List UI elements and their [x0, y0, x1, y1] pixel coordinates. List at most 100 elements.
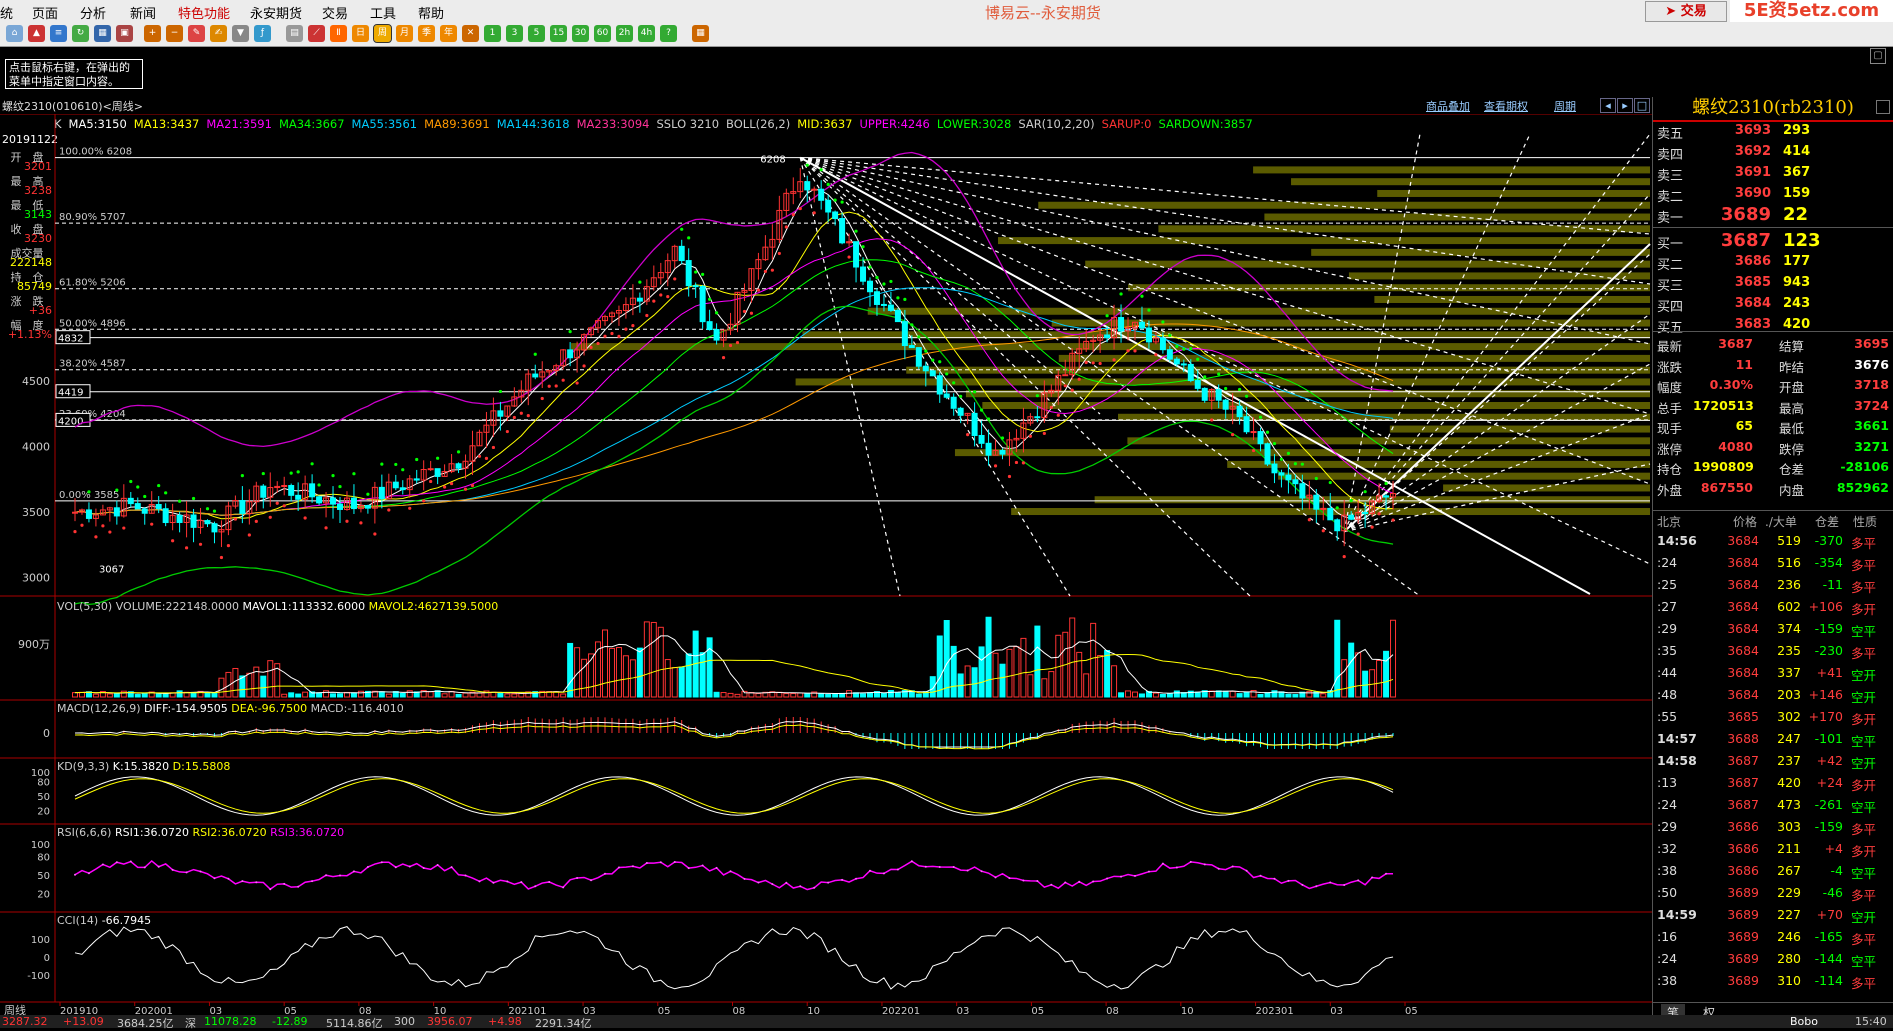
- ma-line-21: [74, 238, 1394, 516]
- volume-bar: [476, 692, 483, 698]
- menu-help[interactable]: 帮助: [418, 3, 444, 22]
- line-chart-icon[interactable]: ⟋: [308, 25, 325, 42]
- quote-value: 1990809: [1693, 459, 1754, 474]
- draw-icon[interactable]: ✍: [210, 25, 227, 42]
- tick-volume: 203: [1777, 687, 1801, 702]
- min1-icon[interactable]: 1: [484, 25, 501, 42]
- bid-row-5[interactable]: 买一 3687 123: [1653, 230, 1893, 253]
- market-icon[interactable]: ▲: [28, 25, 45, 42]
- min15-icon[interactable]: 15: [550, 25, 567, 42]
- ask-row-3[interactable]: 卖二 3690 159: [1653, 186, 1893, 206]
- sar-dot: [610, 331, 614, 336]
- sar-dot: [1000, 436, 1005, 440]
- year-icon[interactable]: 年: [440, 25, 457, 42]
- filter-icon[interactable]: ▼: [232, 25, 249, 42]
- zoom-out-icon[interactable]: −: [166, 25, 183, 42]
- bid-row-6[interactable]: 买二 3686 177: [1653, 254, 1893, 274]
- quarter-icon[interactable]: 季: [418, 25, 435, 42]
- bid-row-7[interactable]: 买三 3685 943: [1653, 275, 1893, 295]
- candle-body: [392, 481, 399, 489]
- tick-row: :35 3684 235 -230 多平: [1653, 643, 1893, 665]
- book-volume: 420: [1783, 317, 1811, 332]
- panel-toggle-icon[interactable]: [1876, 100, 1890, 114]
- menu-trade[interactable]: 交易: [322, 3, 348, 22]
- home-icon[interactable]: ⌂: [6, 25, 23, 42]
- hour2-icon[interactable]: 2h: [616, 25, 633, 42]
- rsi-dot: [1175, 866, 1178, 869]
- min60-icon[interactable]: 60: [594, 25, 611, 42]
- day-icon[interactable]: 日: [352, 25, 369, 42]
- volume-bar: [720, 692, 727, 698]
- overlay-commodity-link[interactable]: 商品叠加: [1426, 98, 1470, 114]
- month-icon[interactable]: 月: [396, 25, 413, 42]
- menu-system[interactable]: 统: [0, 3, 13, 22]
- status-item-3: 深: [185, 1017, 196, 1030]
- menu-analysis[interactable]: 分析: [80, 3, 106, 22]
- prev-icon[interactable]: ◂: [1600, 98, 1616, 113]
- volume-profile-bar: [998, 237, 1650, 245]
- min3-icon[interactable]: 3: [506, 25, 523, 42]
- candle-body: [455, 463, 462, 469]
- rsi-dot: [631, 865, 634, 868]
- week-icon[interactable]: 周: [373, 24, 392, 43]
- zoom-in-icon[interactable]: +: [144, 25, 161, 42]
- candle-body: [950, 396, 957, 409]
- sar-dot: [150, 522, 154, 526]
- volume-bar: [1118, 692, 1125, 698]
- min30-icon[interactable]: 30: [572, 25, 589, 42]
- x-tick-label: 202201: [882, 1006, 920, 1015]
- maximize-icon[interactable]: □: [1634, 98, 1650, 113]
- menu-news[interactable]: 新闻: [130, 3, 156, 22]
- sar-dot: [708, 297, 712, 301]
- volume-bar: [1034, 625, 1041, 698]
- candle-body: [350, 497, 357, 510]
- quote-label: 涨停: [1657, 441, 1683, 457]
- volume-bar: [985, 616, 992, 698]
- calendar-icon[interactable]: ▦: [692, 25, 709, 42]
- tick-icon[interactable]: ✕: [462, 25, 479, 42]
- ask-row-0[interactable]: 卖五 3693 293: [1653, 123, 1893, 143]
- bid-row-9[interactable]: 买五 3683 420: [1653, 317, 1893, 337]
- tick-volume: 237: [1777, 753, 1801, 768]
- candle-body: [1215, 389, 1222, 401]
- toolbar: ⌂ ▲ ≡ ↻ ▦ ▣ + − ✎ ✍ ▼ ƒ ▤ ⟋ Ⅱ 日 周 月 季 年 …: [0, 22, 1893, 47]
- grid-icon[interactable]: ▦: [94, 25, 111, 42]
- tick-time: :29: [1657, 819, 1678, 834]
- hour4-icon[interactable]: 4h: [638, 25, 655, 42]
- custom-period-icon[interactable]: ?: [660, 25, 677, 42]
- window-icon[interactable]: ▣: [116, 25, 133, 42]
- refresh-icon[interactable]: ↻: [72, 25, 89, 42]
- menu-tools[interactable]: 工具: [370, 3, 396, 22]
- sar-dot: [756, 288, 761, 292]
- list-icon[interactable]: ≡: [50, 25, 67, 42]
- kline-icon[interactable]: Ⅱ: [330, 25, 347, 42]
- pen-icon[interactable]: ✎: [188, 25, 205, 42]
- book-price: 3689: [1720, 204, 1771, 225]
- next-icon[interactable]: ▸: [1617, 98, 1633, 113]
- menu-page[interactable]: 页面: [32, 3, 58, 22]
- ask-row-1[interactable]: 卖四 3692 414: [1653, 144, 1893, 164]
- volume-profile-bar: [1128, 284, 1650, 292]
- menu-yongan[interactable]: 永安期货: [250, 3, 302, 22]
- chart-area[interactable]: 100.00% 6208 80.90% 5707 61.80% 5206 50.00%…: [0, 114, 1652, 1015]
- window-restore-icon[interactable]: ▢: [1870, 48, 1886, 64]
- menu-features[interactable]: 特色功能: [178, 3, 230, 22]
- formula-icon[interactable]: ƒ: [254, 25, 271, 42]
- trade-button[interactable]: ➤ 交易: [1645, 1, 1727, 22]
- view-options-link[interactable]: 查看期权: [1484, 98, 1528, 114]
- rsi-dot: [1092, 880, 1095, 883]
- rsi-dot: [827, 881, 830, 884]
- candle-body: [162, 508, 169, 524]
- period-link[interactable]: 周期: [1554, 98, 1576, 114]
- candle-body: [1159, 337, 1166, 351]
- min5-icon[interactable]: 5: [528, 25, 545, 42]
- tick-price: 3684: [1727, 533, 1759, 548]
- ask-row-4[interactable]: 卖一 3689 22: [1653, 204, 1893, 227]
- volume-profile-bar: [1348, 272, 1650, 280]
- bid-row-8[interactable]: 买四 3684 243: [1653, 296, 1893, 316]
- ask-row-2[interactable]: 卖三 3691 367: [1653, 165, 1893, 185]
- sar-dot: [749, 311, 754, 315]
- table-icon[interactable]: ▤: [286, 25, 303, 42]
- rsi-dot: [1357, 879, 1360, 882]
- candle-body: [1138, 321, 1145, 329]
